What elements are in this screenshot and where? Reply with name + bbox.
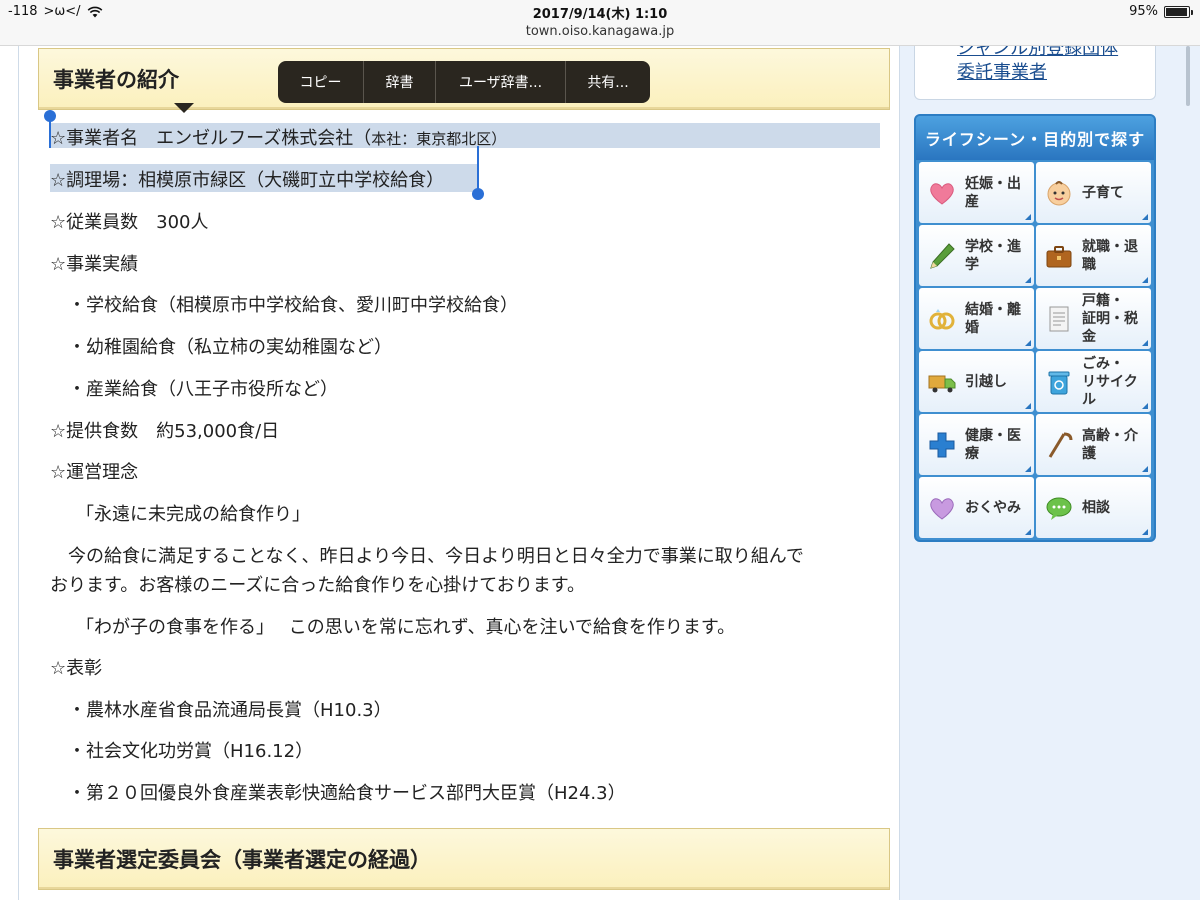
achievement-item: ・学校給食（相模原市中学校給食、愛川町中学校給食）: [68, 295, 518, 316]
tile-corner-arrow-icon: [1025, 466, 1031, 472]
award-item: ・第２０回優良外食産業表彰快適給食サービス部門大臣賞（H24.3）: [68, 783, 626, 804]
battery-fill: [1166, 7, 1187, 16]
life-scene-tile-label: 高齢・介護: [1082, 427, 1138, 462]
life-scene-tile[interactable]: 妊娠・出産: [919, 162, 1034, 223]
kitchen-line: ☆調理場：相模原市緑区（大磯町立中学校給食）: [50, 170, 445, 191]
company-name-text: ☆事業者名 エンゼルフーズ株式会社（: [50, 128, 372, 149]
tile-corner-arrow-icon: [1142, 214, 1148, 220]
tile-corner-arrow-icon: [1142, 466, 1148, 472]
philosophy-heading: ☆運営理念: [50, 462, 139, 483]
life-scene-tile[interactable]: 結婚・離婚: [919, 288, 1034, 349]
company-hq-text: 本社：東京都北区）: [371, 130, 507, 148]
section-heading-selection-committee: 事業者選定委員会（事業者選定の経過）: [38, 828, 890, 890]
life-scene-grid: 妊娠・出産 子育て学校・進学 就職・退職結婚・離婚 戸籍・ 証明・税金引越し ごみ・ リ…: [919, 162, 1151, 538]
life-scene-tile-label: 健康・医療: [965, 427, 1021, 462]
sidebar-link-box: ジャンル別登録団体 委託事業者: [914, 46, 1156, 100]
share-menu-item[interactable]: 共有...: [566, 61, 650, 103]
award-item: ・社会文化功労賞（H16.12）: [68, 741, 314, 762]
philosophy-paragraph-2: おります。お客様のニーズに合った給食作りを心掛けております。: [50, 575, 585, 596]
philosophy-paragraph-3: 「わが子の食事を作る」 この思いを常に忘れず、真心を注いで給食を作ります。: [76, 617, 736, 638]
sidebar-link-clip: ジャンル別登録団体 委託事業者: [915, 46, 1155, 100]
tile-corner-arrow-icon: [1142, 529, 1148, 535]
status-right: 95%: [1129, 4, 1193, 19]
rings-icon: [927, 304, 957, 334]
briefcase-icon: [1044, 241, 1074, 271]
content-frame-border: [18, 46, 19, 900]
achievement-item: ・産業給食（八王子市役所など）: [68, 379, 338, 400]
life-scene-tile[interactable]: ごみ・ リサイクル: [1036, 351, 1151, 412]
tile-corner-arrow-icon: [1142, 403, 1148, 409]
medical-cross-icon: [927, 430, 957, 460]
life-scene-title: ライフシーン・目的別で探す: [916, 116, 1154, 160]
life-scene-tile-label: 妊娠・出産: [965, 175, 1021, 210]
selection-end-handle[interactable]: [477, 146, 479, 190]
tile-corner-arrow-icon: [1025, 340, 1031, 346]
selection-start-handle-dot[interactable]: [44, 110, 56, 122]
meals-line: ☆提供食数 約53,000食/日: [50, 421, 280, 442]
life-scene-panel: ライフシーン・目的別で探す 妊娠・出産 子育て学校・進学 就職・退職結婚・離婚 戸籍・…: [914, 114, 1156, 542]
tile-corner-arrow-icon: [1025, 403, 1031, 409]
tile-corner-arrow-icon: [1025, 214, 1031, 220]
document-icon: [1044, 304, 1074, 334]
achievements-heading: ☆事業実績: [50, 254, 139, 275]
life-scene-tile-label: 結婚・離婚: [965, 301, 1021, 336]
life-scene-tile[interactable]: 就職・退職: [1036, 225, 1151, 286]
life-scene-tile[interactable]: 戸籍・ 証明・税金: [1036, 288, 1151, 349]
life-scene-tile[interactable]: 引越し: [919, 351, 1034, 412]
dictionary-menu-item[interactable]: 辞書: [364, 61, 436, 103]
selection-end-handle-dot[interactable]: [472, 188, 484, 200]
main-content: 事業者の紹介 ☆事業者名 エンゼルフーズ株式会社（本社：東京都北区） ☆調理場：…: [0, 46, 900, 900]
achievement-item: ・幼稚園給食（私立柿の実幼稚園など）: [68, 337, 392, 358]
life-scene-tile-label: 引越し: [965, 373, 1007, 390]
employees-line: ☆従業員数 300人: [50, 212, 209, 233]
life-scene-tile-label: 就職・退職: [1082, 238, 1138, 273]
life-scene-tile-label: 学校・進学: [965, 238, 1021, 273]
status-bar: -118 >ω</ 2017/9/14(木) 1:10 town.oiso.ka…: [0, 0, 1200, 46]
battery-percent: 95%: [1129, 4, 1158, 19]
truck-icon: [927, 367, 957, 397]
sidebar-link-contractors[interactable]: 委託事業者: [957, 58, 1047, 84]
user-dictionary-menu-item[interactable]: ユーザ辞書...: [436, 61, 566, 103]
life-scene-tile-label: 子育て: [1082, 184, 1124, 201]
baby-face-icon: [1044, 178, 1074, 208]
cane-icon: [1044, 430, 1074, 460]
heart-icon: [927, 178, 957, 208]
purple-heart-icon: [927, 493, 957, 523]
copy-menu-item[interactable]: コピー: [278, 61, 364, 103]
awards-heading: ☆表彰: [50, 658, 103, 679]
address-url[interactable]: town.oiso.kanagawa.jp: [0, 24, 1200, 39]
life-scene-tile-label: ごみ・ リサイクル: [1082, 355, 1138, 408]
speech-bubble-icon: [1044, 493, 1074, 523]
status-datetime: 2017/9/14(木) 1:10: [532, 7, 668, 22]
tile-corner-arrow-icon: [1025, 529, 1031, 535]
tile-corner-arrow-icon: [1142, 277, 1148, 283]
life-scene-tile[interactable]: 高齢・介護: [1036, 414, 1151, 475]
pencil-icon: [927, 241, 957, 271]
text-context-menu: コピー 辞書 ユーザ辞書... 共有...: [278, 61, 650, 103]
life-scene-tile[interactable]: 学校・進学: [919, 225, 1034, 286]
life-scene-tile[interactable]: 健康・医療: [919, 414, 1034, 475]
page-scrollbar[interactable]: [1186, 46, 1190, 106]
life-scene-tile-label: 戸籍・ 証明・税金: [1082, 292, 1138, 345]
life-scene-tile-label: 相談: [1082, 499, 1110, 516]
philosophy-paragraph-1: 今の給食に満足することなく、昨日より今日、今日より明日と日々全力で事業に取り組ん…: [68, 546, 804, 567]
life-scene-tile[interactable]: 相談: [1036, 477, 1151, 538]
life-scene-tile[interactable]: おくやみ: [919, 477, 1034, 538]
philosophy-motto: 「永遠に未完成の給食作り」: [76, 504, 310, 525]
company-name-line: ☆事業者名 エンゼルフーズ株式会社（本社：東京都北区）: [50, 124, 506, 150]
context-menu-pointer: [174, 103, 194, 113]
battery-icon: [1164, 5, 1193, 18]
tile-corner-arrow-icon: [1142, 340, 1148, 346]
trash-can-icon: [1044, 367, 1074, 397]
tile-corner-arrow-icon: [1025, 277, 1031, 283]
life-scene-tile-label: おくやみ: [965, 499, 1021, 516]
life-scene-tile[interactable]: 子育て: [1036, 162, 1151, 223]
award-item: ・農林水産省食品流通局長賞（H10.3）: [68, 700, 392, 721]
